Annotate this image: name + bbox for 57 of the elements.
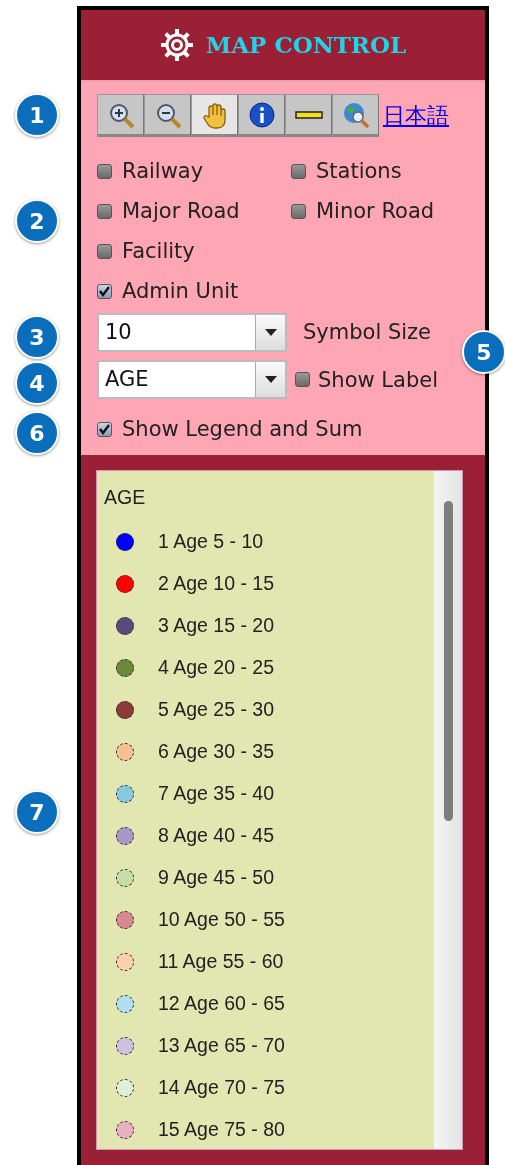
tool-button[interactable] (238, 94, 285, 137)
checkbox-label: Stations (316, 158, 402, 185)
checkbox[interactable] (97, 283, 112, 299)
tool-button[interactable] (332, 94, 379, 137)
checkbox[interactable] (97, 203, 112, 219)
tool-button[interactable] (144, 94, 191, 137)
legend-label: 3 Age 15 - 20 (158, 613, 274, 639)
dropdown[interactable]: AGE (97, 360, 287, 399)
legend-label: 11 Age 55 - 60 (158, 949, 284, 975)
caret-icon (264, 329, 277, 336)
panel-title: MAP CONTROL (205, 29, 407, 60)
checkbox-label: Show Label (318, 366, 438, 394)
checkbox[interactable] (291, 163, 306, 179)
checkbox-label: Minor Road (316, 198, 435, 225)
legend-label: 7 Age 35 - 40 (158, 781, 274, 807)
tool-button[interactable] (191, 94, 238, 137)
callout-badge: 1 (15, 93, 59, 137)
legend-label: 9 Age 45 - 50 (158, 865, 274, 891)
legend-label: 15 Age 75 - 80 (158, 1117, 285, 1143)
legend-label: 10 Age 50 - 55 (158, 907, 285, 933)
field-label: Symbol Size (303, 318, 431, 346)
legend-label: 6 Age 30 - 35 (158, 739, 274, 765)
callout-badge: 2 (15, 199, 59, 243)
globe-search-icon (341, 100, 370, 129)
language-link[interactable]: 日本語 (383, 99, 449, 132)
info-icon (247, 100, 276, 129)
callout-badge: 6 (15, 411, 59, 455)
legend-label: 14 Age 70 - 75 (158, 1075, 285, 1101)
callout-badge: 4 (15, 361, 59, 405)
callout-badge: 7 (15, 790, 59, 834)
legend-label: 4 Age 20 - 25 (158, 655, 274, 681)
checkbox-label: Major Road (122, 198, 240, 225)
checkbox-label: Show Legend and Sum (122, 416, 363, 443)
legend-title: AGE (104, 485, 147, 510)
hand-icon (200, 100, 229, 129)
legend-label: 5 Age 25 - 30 (158, 697, 274, 723)
checkbox-label: Railway (122, 158, 204, 185)
legend-label: 2 Age 10 - 15 (158, 571, 274, 597)
checkbox-label: Facility (122, 238, 195, 265)
ruler-icon (294, 110, 323, 119)
checkbox[interactable] (295, 372, 310, 387)
tool-button[interactable] (285, 94, 332, 137)
tool-button[interactable] (97, 94, 144, 137)
gear-icon (159, 28, 194, 62)
legend-label: 13 Age 65 - 70 (158, 1033, 285, 1059)
checkbox[interactable] (97, 163, 112, 179)
dropdown[interactable]: 10 (97, 313, 287, 352)
checkbox[interactable] (97, 421, 112, 437)
caret-icon (264, 376, 277, 383)
legend-label: 12 Age 60 - 65 (158, 991, 285, 1017)
callout-badge: 3 (15, 315, 59, 359)
checkbox-label: Admin Unit (122, 278, 239, 305)
legend-label: 1 Age 5 - 10 (158, 529, 264, 555)
legend-label: 8 Age 40 - 45 (158, 823, 274, 849)
scrollbar[interactable] (434, 471, 462, 1149)
checkbox[interactable] (291, 203, 306, 219)
checkbox[interactable] (97, 243, 112, 259)
